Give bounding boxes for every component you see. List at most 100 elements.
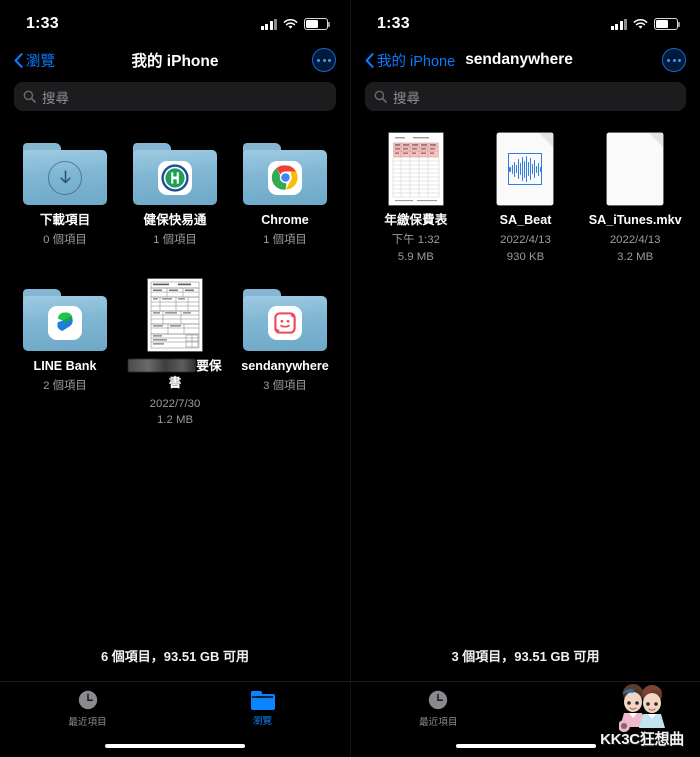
item-date: 2022/4/13 <box>609 234 661 247</box>
folder-icon <box>23 143 107 205</box>
tab-recents[interactable]: 最近項目 <box>0 689 175 728</box>
item-meta: 3 個項目 <box>263 380 307 393</box>
tab-bar: 最近項目 瀏覽 <box>0 681 350 735</box>
item-meta: 2022/7/30 1.2 MB <box>150 396 201 429</box>
grid-item-sendanywhere[interactable]: sendanywhere 3 個項目 <box>230 279 340 429</box>
download-arrow-icon <box>48 160 82 195</box>
status-time: 1:33 <box>377 15 410 32</box>
item-meta: 1 個項目 <box>263 234 307 247</box>
item-size: 5.9 MB <box>397 250 434 263</box>
navigation-bar: 我的 iPhone sendanywhere <box>351 42 700 78</box>
audio-file-icon <box>497 133 554 205</box>
dual-screenshot-comparison: 1:33 瀏覽 我的 iPhone 搜尋 下載項目 0 個項目 健保快易通 1 … <box>0 0 700 757</box>
tab-recents[interactable]: 最近項目 <box>351 689 526 728</box>
document-thumbnail <box>388 133 443 205</box>
search-icon <box>23 90 36 103</box>
item-name: SA_Beat <box>499 213 552 227</box>
form-document-thumbnail <box>148 278 202 351</box>
item-meta: 2022/4/13 930 KB <box>500 232 551 265</box>
item-size: 1.2 MB <box>156 414 194 427</box>
search-container: 搜尋 <box>0 78 350 121</box>
item-name: LINE Bank <box>33 358 97 373</box>
item-date: 下午 1:32 <box>391 234 440 247</box>
item-meta: 1 個項目 <box>153 234 197 247</box>
folder-icon <box>243 288 327 351</box>
cellular-bars-icon <box>610 18 627 30</box>
tab-bar: 最近項目 <box>351 681 700 735</box>
chevron-left-icon <box>14 52 23 68</box>
document-thumbnail <box>607 133 664 205</box>
grid-item-nhi[interactable]: 健保快易通 1 個項目 <box>120 133 230 249</box>
file-grid: 年繳保費表 下午 1:32 5.9 MB SA_Beat 2022/4/13 9… <box>351 121 700 646</box>
document-thumbnail <box>497 133 554 205</box>
item-name: 下載項目 <box>39 213 91 227</box>
tab-recents-label: 最近項目 <box>419 717 458 728</box>
grid-item-sa-itunes[interactable]: SA_iTunes.mkv 2022/4/13 3.2 MB <box>580 133 690 265</box>
folder-thumbnail <box>243 279 327 351</box>
back-button-label: 我的 iPhone <box>377 53 456 70</box>
grid-item-premium-table[interactable]: 年繳保費表 下午 1:32 5.9 MB <box>361 133 471 265</box>
tab-recents-label: 最近項目 <box>68 717 107 728</box>
back-button[interactable]: 瀏覽 <box>14 50 55 71</box>
grid-item-chrome[interactable]: Chrome 1 個項目 <box>230 133 340 249</box>
item-name: 要保書 <box>123 358 227 393</box>
search-input[interactable]: 搜尋 <box>14 82 336 111</box>
item-size: 930 KB <box>506 250 545 263</box>
back-button[interactable]: 我的 iPhone <box>365 50 455 71</box>
battery-icon <box>654 18 681 30</box>
more-ellipsis-icon[interactable] <box>312 48 336 72</box>
chevron-left-icon <box>365 52 374 68</box>
status-indicators <box>260 18 331 30</box>
item-name: 健保快易通 <box>143 213 207 227</box>
search-container: 搜尋 <box>351 78 700 121</box>
folder-thumbnail <box>243 133 327 205</box>
tab-browse[interactable]: 瀏覽 <box>175 690 350 727</box>
home-indicator[interactable] <box>351 735 700 757</box>
search-placeholder: 搜尋 <box>393 90 420 106</box>
send-anywhere-app-icon <box>268 306 302 341</box>
grid-item-downloads[interactable]: 下載項目 0 個項目 <box>10 133 120 249</box>
spreadsheet-thumbnail <box>388 133 443 205</box>
item-name: 年繳保費表 <box>384 213 448 227</box>
search-placeholder: 搜尋 <box>42 90 69 106</box>
folder-thumbnail <box>133 133 217 205</box>
left-phone-screen: 1:33 瀏覽 我的 iPhone 搜尋 下載項目 0 個項目 健保快易通 1 … <box>0 0 350 757</box>
navigation-bar: 瀏覽 我的 iPhone <box>0 42 350 78</box>
blank-document-icon <box>607 133 664 205</box>
more-ellipsis-icon[interactable] <box>662 48 686 72</box>
audio-waveform-icon <box>508 153 543 185</box>
folder-thumbnail <box>23 279 107 351</box>
item-meta: 2 個項目 <box>43 380 87 393</box>
page-title: sendanywhere <box>465 51 573 68</box>
item-meta: 下午 1:32 5.9 MB <box>392 232 440 265</box>
item-name: SA_iTunes.mkv <box>588 213 682 227</box>
status-bar: 1:33 <box>0 0 350 42</box>
folder-icon <box>250 690 275 710</box>
folder-thumbnail <box>23 133 107 205</box>
storage-status: 3 個項目，93.51 GB 可用 <box>451 649 600 664</box>
chrome-app-icon <box>268 160 302 195</box>
item-meta: 0 個項目 <box>43 234 87 247</box>
search-input[interactable]: 搜尋 <box>365 82 686 111</box>
home-indicator[interactable] <box>0 735 350 757</box>
clock-icon <box>77 689 99 711</box>
storage-status: 6 個項目，93.51 GB 可用 <box>100 649 250 664</box>
grid-item-insurance-form[interactable]: 要保書 2022/7/30 1.2 MB <box>120 278 230 429</box>
right-phone-screen: 1:33 我的 iPhone sendanywhere 搜尋 年繳保費表 下午 … <box>350 0 700 757</box>
folder-icon <box>133 143 217 205</box>
folder-icon <box>243 143 327 205</box>
grid-item-sa-beat[interactable]: SA_Beat 2022/4/13 930 KB <box>471 133 581 265</box>
nhi-app-icon <box>158 160 192 195</box>
item-date: 2022/7/30 <box>149 397 201 410</box>
item-meta: 2022/4/13 3.2 MB <box>610 232 661 265</box>
cellular-bars-icon <box>260 18 277 30</box>
item-name: sendanywhere <box>241 358 329 373</box>
line-bank-app-icon <box>48 306 82 341</box>
wifi-icon <box>633 18 648 30</box>
grid-item-line-bank[interactable]: LINE Bank 2 個項目 <box>10 279 120 429</box>
clock-icon <box>427 689 449 711</box>
item-date: 2022/4/13 <box>500 234 551 247</box>
status-indicators <box>610 18 681 30</box>
status-bar: 1:33 <box>351 0 700 42</box>
back-button-label: 瀏覽 <box>26 53 55 70</box>
